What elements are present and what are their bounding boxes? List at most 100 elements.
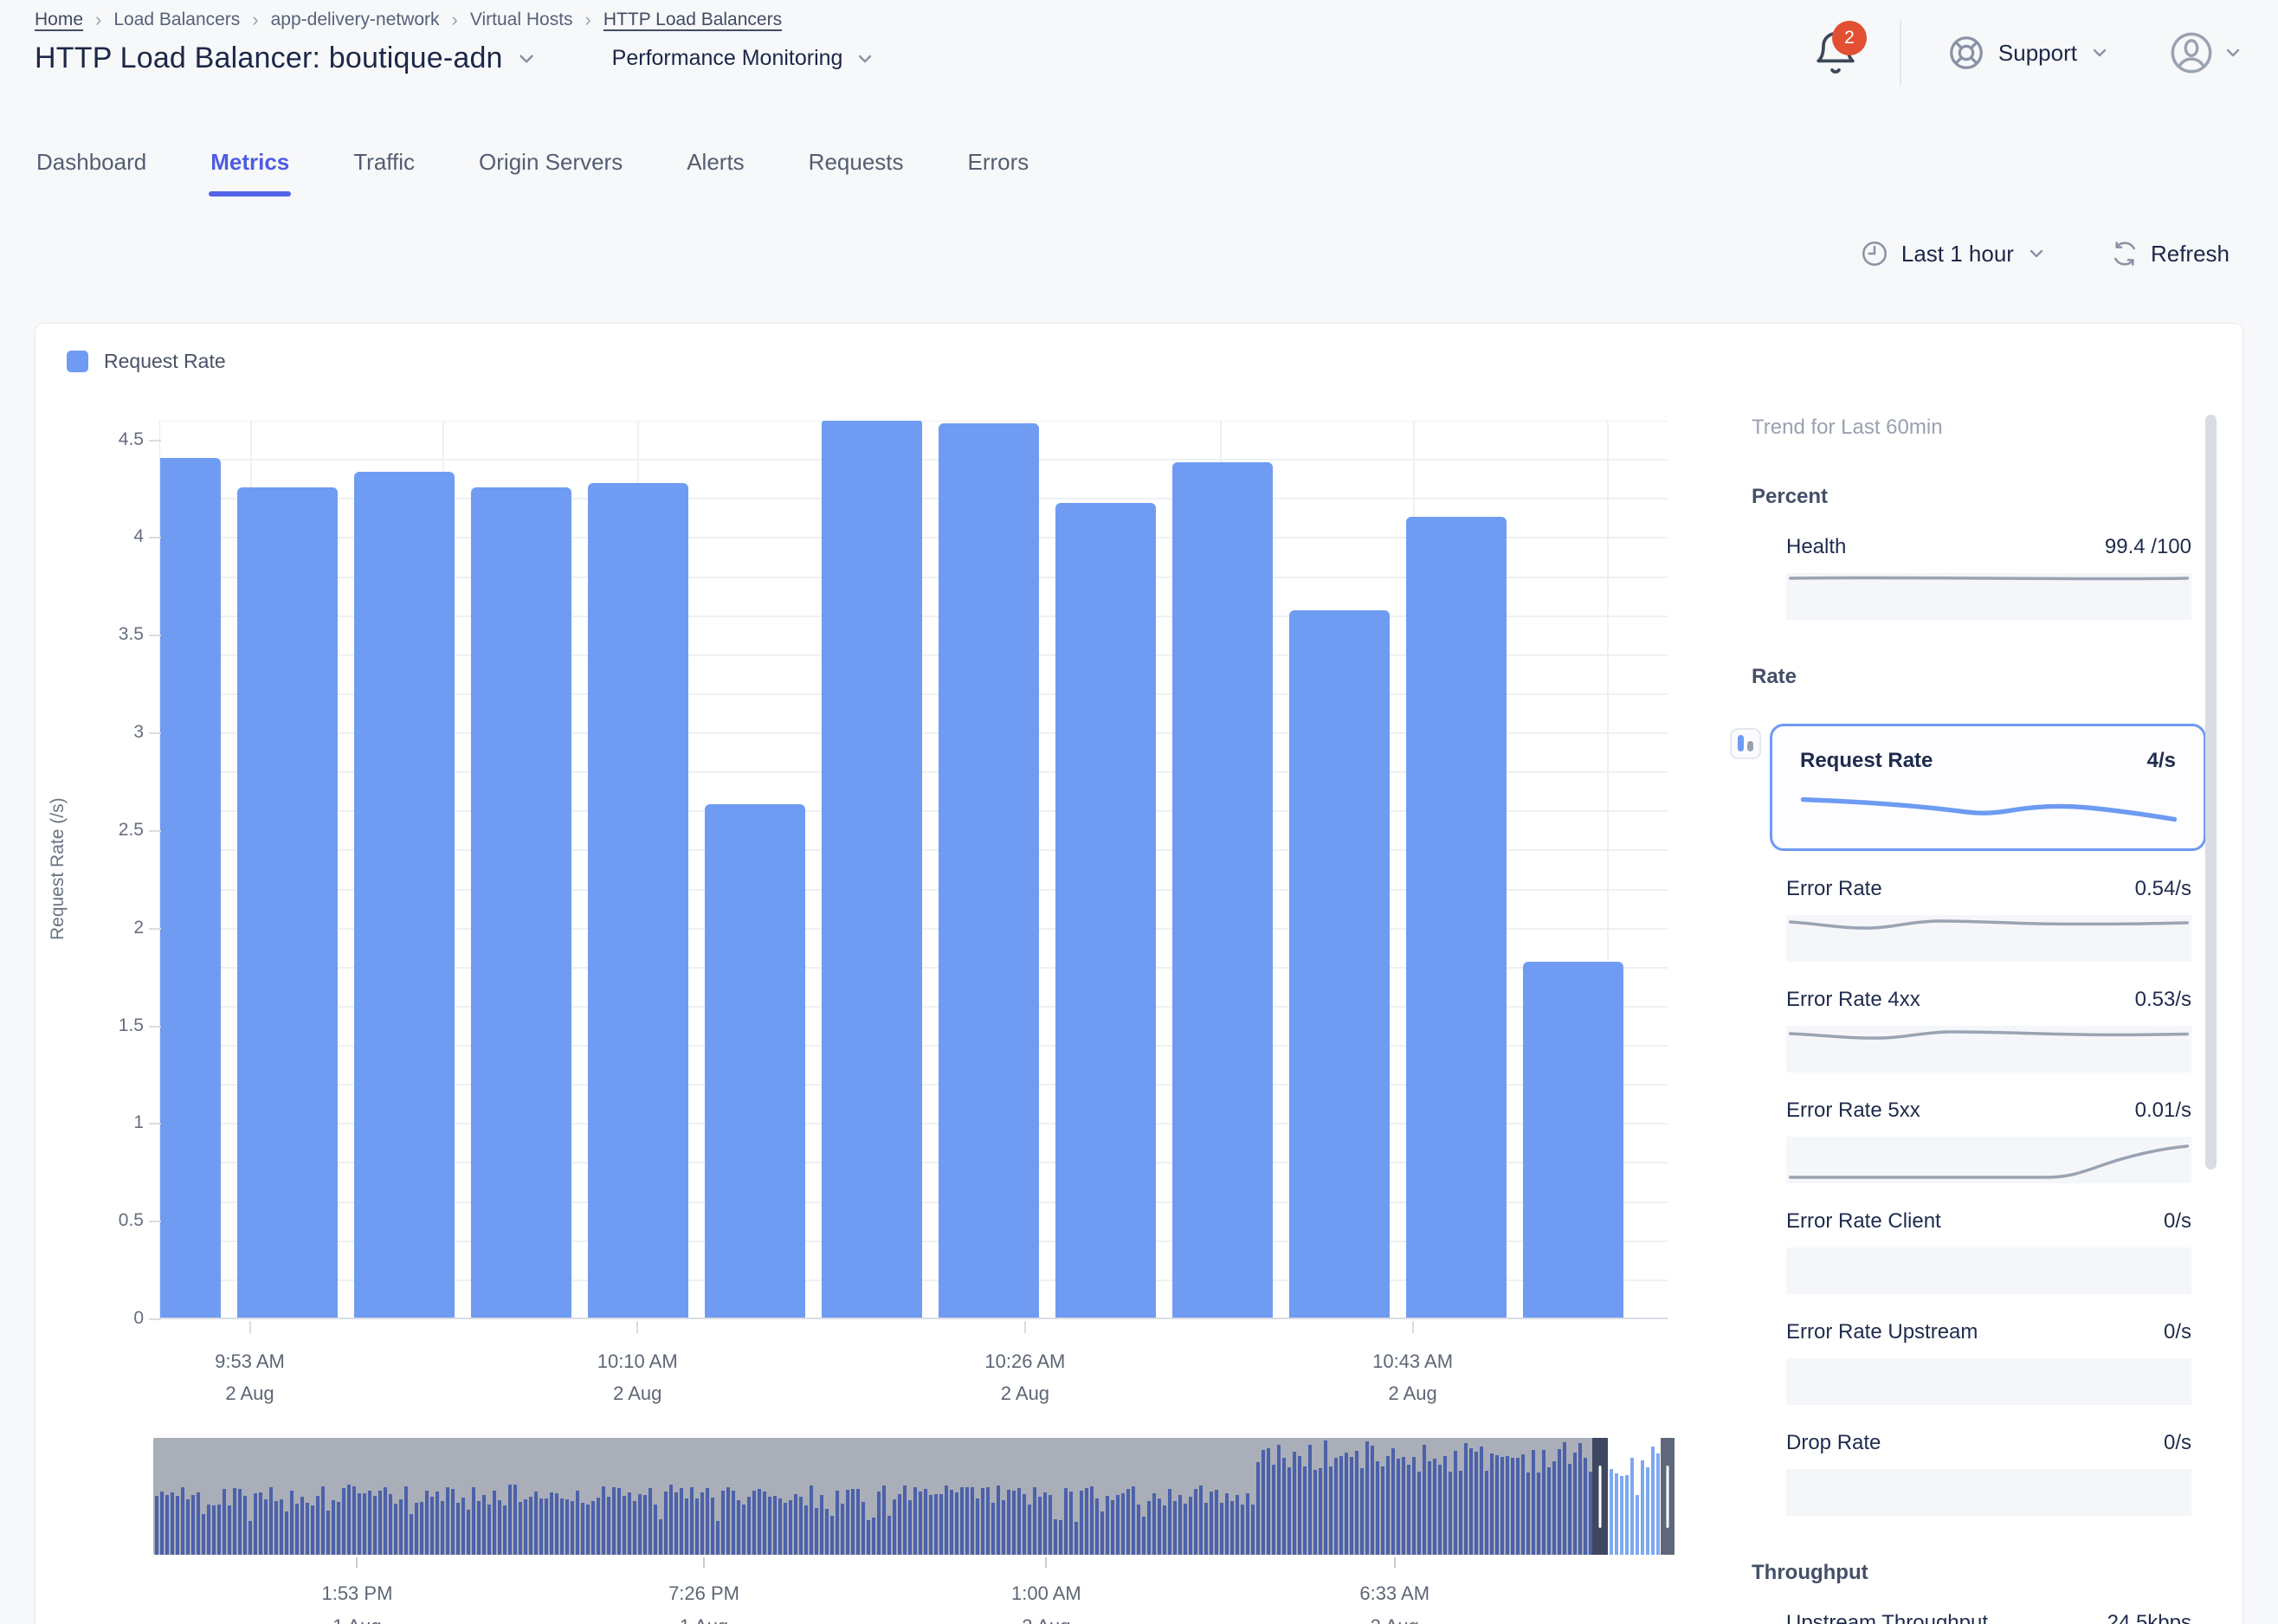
minimap-bar — [212, 1505, 216, 1555]
request-rate-bar-chart[interactable] — [159, 421, 1668, 1319]
refresh-button[interactable]: Refresh — [2111, 240, 2230, 267]
request-rate-bar[interactable] — [159, 458, 221, 1318]
minimap-bar — [1085, 1488, 1088, 1556]
timeline-minimap[interactable] — [153, 1438, 1675, 1555]
minimap-bar — [1194, 1489, 1197, 1555]
sparkline — [1786, 915, 2191, 962]
minimap-bar — [586, 1505, 590, 1555]
time-range-selector[interactable]: Last 1 hour — [1860, 239, 2047, 268]
minimap-bar — [617, 1488, 621, 1555]
minimap-bar — [1329, 1466, 1333, 1556]
tab-alerts[interactable]: Alerts — [685, 137, 745, 197]
request-rate-bar[interactable] — [1289, 610, 1390, 1318]
request-rate-bar[interactable] — [237, 487, 338, 1318]
minimap-bar — [1038, 1497, 1042, 1555]
minimap-bar — [394, 1504, 397, 1555]
notifications-button[interactable]: 2 — [1811, 26, 1860, 80]
request-rate-bar[interactable] — [1406, 517, 1507, 1318]
metric-row-drop-rate[interactable]: Drop Rate 0/s — [1786, 1431, 2191, 1516]
metrics-chart-card: Request Rate Request Rate (/s) 00.511.52… — [35, 323, 2243, 1624]
minimap-bar — [1095, 1498, 1099, 1555]
minimap-bar — [420, 1502, 423, 1555]
breadcrumb-load-balancers[interactable]: Load Balancers — [113, 10, 240, 30]
minimap-bar — [1298, 1456, 1301, 1555]
minimap-bar — [1293, 1452, 1296, 1555]
minimap-bar — [747, 1497, 751, 1555]
chart-type-icon[interactable] — [1730, 728, 1761, 759]
breadcrumb-home[interactable]: Home — [35, 10, 83, 30]
sparkline — [1786, 1137, 2191, 1183]
minimap-bar — [1236, 1495, 1239, 1555]
minimap-bar — [555, 1493, 558, 1555]
tab-traffic[interactable]: Traffic — [352, 137, 416, 197]
minimap-right-handle[interactable] — [1661, 1438, 1675, 1555]
minimap-bar — [955, 1492, 958, 1555]
metric-value: 0/s — [2164, 1431, 2191, 1455]
request-rate-bar[interactable] — [939, 423, 1039, 1318]
minimap-bar — [1303, 1466, 1307, 1555]
metric-row-upstream-throughput[interactable]: Upstream Throughput24.5kbps — [1786, 1611, 2191, 1624]
minimap-bar — [1547, 1467, 1551, 1555]
tab-requests[interactable]: Requests — [807, 137, 906, 197]
request-rate-bar[interactable] — [471, 487, 571, 1318]
minimap-bar — [804, 1505, 808, 1555]
minimap-bar — [778, 1498, 782, 1555]
metric-row-error-rate-4xx[interactable]: Error Rate 4xx0.53/s — [1786, 988, 2191, 1073]
minimap-bar — [389, 1494, 392, 1555]
metric-row-error-rate-5xx[interactable]: Error Rate 5xx0.01/s — [1786, 1099, 2191, 1183]
minimap-bar — [960, 1487, 964, 1555]
request-rate-bar[interactable] — [354, 472, 455, 1318]
minimap-bar — [1215, 1490, 1218, 1555]
minimap-bar — [1028, 1505, 1031, 1555]
minimap-bar — [1397, 1459, 1400, 1555]
breadcrumb-virtual-hosts[interactable]: Virtual Hosts — [470, 10, 573, 30]
minimap-bar — [1526, 1473, 1530, 1555]
minimap-bar — [1615, 1473, 1618, 1555]
metric-value: 0/s — [2164, 1209, 2191, 1234]
title-chevron-down-icon[interactable] — [515, 48, 538, 70]
minimap-bar — [259, 1492, 262, 1555]
minimap-bar — [872, 1518, 875, 1555]
minimap-bar — [1490, 1453, 1494, 1555]
request-rate-bar[interactable] — [1055, 503, 1156, 1318]
minimap-bar — [991, 1503, 995, 1555]
metric-card-request-rate[interactable]: Request Rate4/s — [1770, 724, 2206, 851]
minimap-bar — [254, 1493, 257, 1555]
minimap-bar — [851, 1489, 855, 1555]
x-tick-mark — [636, 1321, 638, 1333]
breadcrumb-app-delivery-network[interactable]: app-delivery-network — [271, 10, 440, 30]
chart-legend[interactable]: Request Rate — [67, 350, 226, 373]
section-title-throughput: Throughput — [1752, 1561, 2213, 1585]
minimap-bar — [1454, 1451, 1457, 1555]
sidebar-scrollbar[interactable] — [2205, 415, 2217, 1170]
request-rate-bar[interactable] — [822, 421, 922, 1318]
minimap-bar — [939, 1494, 943, 1555]
minimap-bar — [1173, 1501, 1177, 1555]
tab-metrics[interactable]: Metrics — [209, 137, 291, 197]
tab-errors[interactable]: Errors — [966, 137, 1031, 197]
request-rate-bar[interactable] — [588, 483, 688, 1318]
minimap-bar — [1511, 1458, 1514, 1555]
minimap-left-handle[interactable] — [1592, 1438, 1608, 1555]
view-selector[interactable]: Performance Monitoring — [612, 46, 876, 71]
minimap-bar — [752, 1491, 756, 1555]
request-rate-bar[interactable] — [705, 804, 805, 1318]
minimap-bar — [1168, 1489, 1171, 1555]
metric-row-error-rate-upstream[interactable]: Error Rate Upstream0/s — [1786, 1320, 2191, 1405]
metric-row-error-rate-client[interactable]: Error Rate Client0/s — [1786, 1209, 2191, 1294]
support-menu[interactable]: Support — [1946, 33, 2110, 73]
tab-origin-servers[interactable]: Origin Servers — [477, 137, 624, 197]
request-rate-bar[interactable] — [1523, 962, 1623, 1318]
tab-bar: Dashboard Metrics Traffic Origin Servers… — [35, 137, 1030, 197]
metric-row-health[interactable]: Health99.4 /100 — [1786, 535, 2191, 620]
minimap-bar — [706, 1488, 709, 1555]
metric-label: Drop Rate — [1786, 1431, 1881, 1455]
account-menu[interactable] — [2169, 30, 2243, 75]
breadcrumb-http-load-balancers[interactable]: HTTP Load Balancers — [603, 10, 782, 30]
tab-dashboard[interactable]: Dashboard — [35, 137, 148, 197]
request-rate-bar[interactable] — [1172, 462, 1273, 1318]
support-chevron-down-icon — [2089, 42, 2110, 63]
x-tick-label: 10:43 AM2 Aug — [1326, 1345, 1500, 1409]
minimap-bar — [1054, 1519, 1057, 1555]
metric-row-error-rate[interactable]: Error Rate0.54/s — [1786, 877, 2191, 962]
